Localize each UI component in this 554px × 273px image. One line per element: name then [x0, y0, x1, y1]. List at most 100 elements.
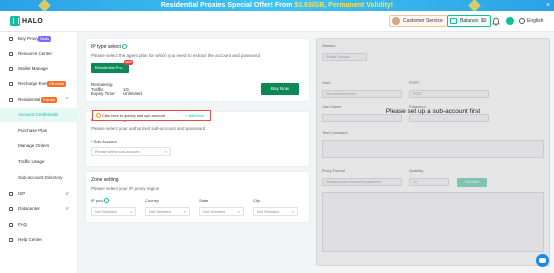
quick-add-hint-text: Click here to quickly add sub-account: [102, 114, 165, 118]
sidebar-subitem-label: Traffic Usage: [18, 159, 45, 164]
sidebar-item-recharge-event[interactable]: Recharge Event Gift credit: [0, 77, 78, 91]
top-bar: HALO Customer Service Balance: $0 Englis…: [0, 11, 554, 32]
sidebar-item-buy-proxy[interactable]: Buy Proxy Deals: [0, 32, 78, 46]
sidebar-item-label: Datacenter: [18, 206, 41, 211]
warning-icon: [96, 113, 101, 118]
sub-account-label: * Sub-Account: [91, 139, 117, 144]
faq-icon: [9, 223, 13, 227]
sidebar-item-help-center[interactable]: Help Center: [0, 233, 78, 247]
help-icon: [9, 238, 13, 242]
sidebar-item-residential[interactable]: Residential Popular ^: [0, 93, 78, 107]
ip-type-description: Please select the agent plan for which y…: [91, 53, 261, 58]
sidebar-item-datacenter[interactable]: Datacenter v: [0, 202, 78, 216]
balance-label: Balance: $0: [460, 18, 487, 24]
sidebar-subitem-label: Account Credentials: [18, 112, 59, 117]
wallet-icon: [450, 18, 457, 24]
sidebar-item-label: Resource Center: [18, 51, 53, 56]
sidebar-subitem-sub-account-directory[interactable]: Sub-account Directory: [0, 171, 78, 185]
sidebar-item-wallet[interactable]: Wallet Manage: [0, 62, 78, 76]
chevron-up-icon: ^: [66, 97, 69, 103]
account-settings-description: Please select your authorized sub-accoun…: [91, 126, 206, 131]
city-select[interactable]: Not Selected v: [253, 207, 298, 216]
sidebar-subitem-account-credentials[interactable]: Account Credentials: [0, 108, 78, 122]
logo-text: HALO: [22, 17, 44, 25]
server-icon: [9, 207, 13, 211]
ip-pool-select[interactable]: Not Selected v: [91, 207, 136, 216]
language-label: English: [527, 18, 544, 24]
expiry-time-value: Unlimited: [123, 91, 142, 96]
globe-icon: [519, 18, 525, 24]
sidebar-item-label: ISP: [18, 191, 26, 196]
sidebar-item-resource-center[interactable]: Resource Center: [0, 47, 78, 61]
buy-now-button[interactable]: Buy Now: [261, 83, 299, 95]
resource-icon: [9, 52, 13, 56]
ip-pool-label: IP pool: [91, 198, 110, 204]
wallet-icon: [9, 67, 13, 71]
add-now-link[interactable]: + Add Now: [186, 111, 204, 121]
sidebar-subitem-label: Sub-account Directory: [18, 175, 63, 180]
balance-button[interactable]: Balance: $0: [447, 15, 492, 27]
customer-service-button[interactable]: Customer Service: [389, 15, 448, 27]
help-icon[interactable]: [104, 198, 110, 204]
deals-badge: Deals: [38, 36, 51, 42]
ip-type-title: IP type select: [91, 44, 127, 50]
user-avatar-icon[interactable]: [506, 17, 514, 25]
banner-text: Residential Proxies Special Offer! From …: [0, 0, 554, 11]
sidebar-item-label: FAQ: [18, 222, 28, 227]
sidebar-item-label: Help Center: [18, 237, 43, 242]
cart-icon: [9, 37, 13, 41]
banner-close-icon[interactable]: ×: [546, 1, 550, 10]
ip-pool-value: Not Selected: [95, 210, 117, 214]
chevron-down-icon: v: [130, 210, 132, 214]
logo[interactable]: HALO: [10, 16, 43, 26]
zone-setting-title: Zone setting: [91, 177, 119, 183]
chevron-down-icon: v: [165, 150, 167, 154]
sidebar-subitem-label: Purchase Plan: [18, 128, 48, 133]
state-label: State: [199, 198, 209, 203]
sidebar: Buy Proxy Deals Resource Center Wallet M…: [0, 32, 78, 273]
sidebar-item-label: Residential: [18, 97, 41, 102]
expiry-time-label: Expiry Time:: [91, 91, 116, 96]
sidebar-item-isp[interactable]: ISP v: [0, 187, 78, 201]
banner-price: $0.63/GB: [294, 2, 325, 9]
chevron-down-icon: v: [184, 210, 186, 214]
sub-account-select[interactable]: Please select sub-account v: [91, 147, 171, 156]
sidebar-subitem-traffic-usage[interactable]: Traffic Usage: [0, 155, 78, 169]
sidebar-subitem-manage-orders[interactable]: Manage Orders: [0, 139, 78, 153]
city-label: City: [253, 198, 260, 203]
chevron-down-icon: v: [66, 191, 69, 197]
country-label: Country: [145, 198, 160, 203]
sidebar-item-label: Recharge Event: [18, 81, 51, 86]
gift-icon: [9, 82, 13, 86]
ip-pool-label-text: IP pool: [91, 198, 104, 203]
ip-type-title-text: IP type select: [91, 44, 121, 50]
zone-setting-description: Please select your IP proxy region: [91, 186, 160, 191]
quick-add-hint: Click here to quickly add sub-account + …: [92, 110, 211, 121]
support-avatar: [392, 17, 400, 25]
state-value: Not Selected: [203, 210, 225, 214]
ip-type-card: IP type select Please select the agent p…: [85, 38, 310, 102]
state-select[interactable]: Not Selected v: [199, 207, 244, 216]
halo-logo-icon: [10, 16, 20, 26]
sub-account-placeholder: Please select sub-account: [95, 150, 140, 154]
promo-banner[interactable]: Residential Proxies Special Offer! From …: [0, 0, 554, 11]
help-icon[interactable]: [121, 44, 127, 50]
sidebar-subitem-purchase-plan[interactable]: Purchase Plan: [0, 124, 78, 138]
chat-support-icon[interactable]: [536, 254, 549, 267]
new-tag: NEW: [124, 60, 133, 65]
residential-plan-button[interactable]: Residential Pro...: [91, 63, 129, 73]
country-select[interactable]: Not Selected v: [145, 207, 190, 216]
zone-setting-card: Zone setting Please select your IP proxy…: [85, 171, 310, 223]
globe-icon: [9, 192, 13, 196]
home-icon: [9, 98, 13, 102]
chevron-down-icon: v: [66, 206, 69, 212]
chevron-down-icon: v: [238, 210, 240, 214]
country-value: Not Selected: [149, 210, 171, 214]
sidebar-item-faq[interactable]: FAQ: [0, 218, 78, 232]
bell-icon[interactable]: [492, 17, 500, 26]
gift-credit-badge: Gift credit: [47, 81, 66, 87]
customer-service-label: Customer Service: [403, 18, 443, 24]
chevron-down-icon: v: [292, 210, 294, 214]
language-selector[interactable]: English: [519, 17, 543, 25]
setup-sub-account-message: Please set up a sub-account first: [385, 108, 481, 115]
